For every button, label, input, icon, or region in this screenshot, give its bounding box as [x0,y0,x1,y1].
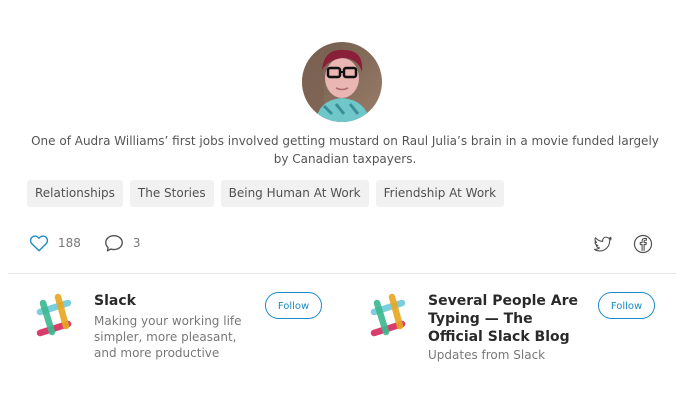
claps-count: 188 [58,236,81,250]
publication-name[interactable]: Slack [94,292,136,310]
twitter-icon [593,236,612,252]
slack-logo-icon[interactable] [362,292,414,344]
publication-card-slack-blog: Several People Are Typing — The Official… [362,292,662,372]
publication-description: Making your working life simpler, more p… [94,314,242,360]
follow-button[interactable]: Follow [598,292,655,319]
facebook-icon [633,234,653,254]
publication-name[interactable]: Several People Are Typing — The Official… [428,292,588,346]
clap-button[interactable]: 188 [28,232,81,254]
publication-card-slack: Slack Making your working life simpler, … [28,292,328,372]
tag-relationships[interactable]: Relationships [27,180,123,207]
comment-icon [104,234,123,252]
author-avatar-photo [302,42,382,122]
author-bio: One of Audra Williams’ first jobs involv… [31,134,659,166]
slack-logo-icon[interactable] [28,292,80,344]
share-facebook-button[interactable] [632,233,654,259]
publication-description: Updates from Slack [428,348,546,362]
author-avatar[interactable] [302,42,382,122]
share-twitter-button[interactable] [592,233,614,259]
tag-the-stories[interactable]: The Stories [129,180,214,207]
responses-count: 3 [132,236,141,250]
follow-button[interactable]: Follow [265,292,322,319]
section-divider [8,273,676,274]
responses-button[interactable]: 3 [103,232,141,254]
tag-friendship-at-work[interactable]: Friendship At Work [375,180,505,207]
tag-list: Relationships The Stories Being Human At… [27,180,505,207]
post-actions: 188 3 [28,232,141,254]
heart-icon [29,235,49,252]
tag-being-human-at-work[interactable]: Being Human At Work [220,180,369,207]
